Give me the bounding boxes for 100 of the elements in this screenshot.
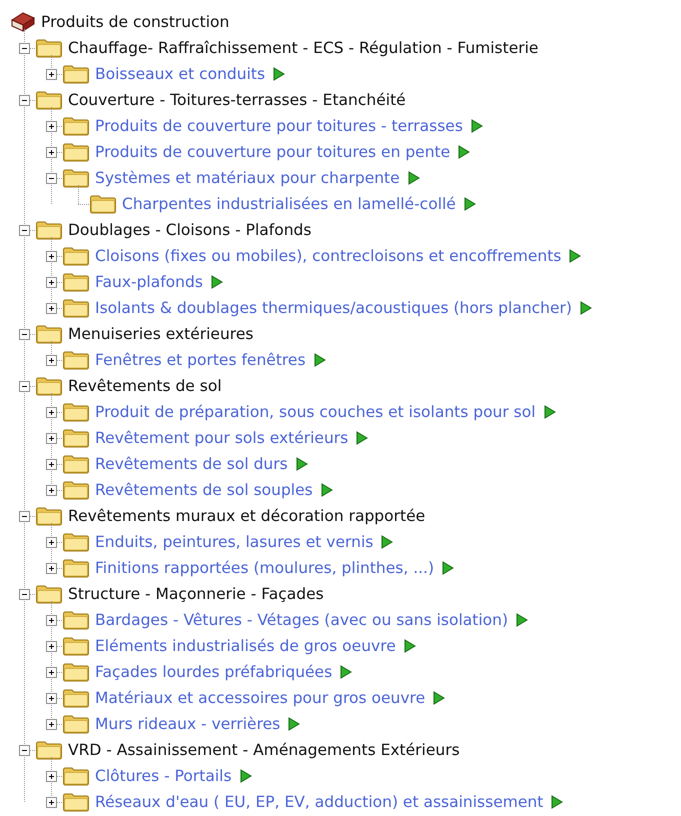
tree-label: Couverture - Toitures-terrasses - Etanchéité	[68, 91, 406, 109]
collapse-toggle[interactable]	[18, 224, 30, 236]
play-arrow-icon[interactable]	[356, 431, 368, 445]
collapse-toggle[interactable]	[18, 328, 30, 340]
play-arrow-icon[interactable]	[381, 535, 394, 549]
tree-link[interactable]: Clôtures - Portails	[95, 767, 232, 785]
collapse-toggle[interactable]	[18, 380, 30, 392]
folder-icon	[35, 220, 63, 240]
tree-link[interactable]: Revêtements de sol durs	[95, 455, 288, 473]
expand-toggle[interactable]	[46, 692, 56, 704]
expand-toggle[interactable]	[46, 68, 56, 80]
book-icon	[10, 11, 36, 33]
folder-icon	[62, 662, 90, 682]
play-arrow-icon[interactable]	[340, 665, 352, 679]
play-arrow-icon[interactable]	[516, 613, 528, 627]
tree-label: VRD - Assainissement - Aménagements Extérieurs	[68, 741, 460, 759]
play-arrow-icon[interactable]	[273, 67, 286, 81]
folder-icon	[35, 38, 63, 58]
play-arrow-icon[interactable]	[314, 353, 326, 367]
expand-toggle[interactable]	[46, 718, 56, 730]
folder-icon	[35, 740, 63, 760]
folder-icon	[62, 168, 90, 188]
tree-link[interactable]: Façades lourdes préfabriquées	[95, 663, 332, 681]
play-arrow-icon[interactable]	[210, 275, 223, 289]
expand-toggle[interactable]	[46, 614, 56, 626]
folder-icon	[62, 558, 90, 578]
expand-toggle[interactable]	[46, 536, 56, 548]
tree-link[interactable]: Fenêtres et portes fenêtres	[95, 351, 306, 369]
folder-icon	[35, 506, 63, 526]
tree-link[interactable]: Systèmes et matériaux pour charpente	[95, 169, 400, 187]
tree-link[interactable]: Revêtements de sol souples	[95, 481, 313, 499]
collapse-toggle[interactable]	[18, 588, 30, 600]
play-arrow-icon[interactable]	[551, 795, 564, 809]
expand-toggle[interactable]	[46, 120, 56, 132]
tree-link[interactable]: Produits de couverture pour toitures en pente	[95, 143, 450, 161]
tree-link[interactable]: Boisseaux et conduits	[95, 65, 266, 83]
expand-toggle[interactable]	[46, 562, 56, 574]
expand-toggle[interactable]	[46, 640, 56, 652]
expand-toggle[interactable]	[46, 302, 56, 314]
play-arrow-icon[interactable]	[442, 561, 454, 575]
tree-link[interactable]: Eléments industrialisés de gros oeuvre	[95, 637, 396, 655]
tree-label: Produits de construction	[41, 13, 230, 31]
play-arrow-icon[interactable]	[569, 249, 582, 263]
collapse-toggle[interactable]	[18, 94, 30, 106]
play-arrow-icon[interactable]	[240, 769, 252, 783]
play-arrow-icon[interactable]	[470, 119, 483, 133]
play-arrow-icon[interactable]	[580, 301, 592, 315]
folder-icon	[62, 64, 90, 84]
folder-icon	[62, 766, 90, 786]
tree-label: Revêtements de sol	[68, 377, 222, 395]
expand-toggle[interactable]	[46, 484, 56, 496]
expand-toggle[interactable]	[46, 796, 56, 808]
folder-icon	[62, 350, 90, 370]
tree-link[interactable]: Faux-plafonds	[95, 273, 203, 291]
expand-toggle[interactable]	[46, 276, 56, 288]
play-arrow-icon[interactable]	[408, 171, 420, 185]
tree-link[interactable]: Murs rideaux - verrières	[95, 715, 280, 733]
play-arrow-icon[interactable]	[404, 639, 416, 653]
tree-label: Menuiseries extérieures	[68, 325, 254, 343]
collapse-toggle[interactable]	[18, 744, 30, 756]
play-arrow-icon[interactable]	[296, 457, 308, 471]
folder-icon	[62, 454, 90, 474]
collapse-toggle[interactable]	[18, 510, 30, 522]
tree-link[interactable]: Produit de préparation, sous couches et isolants pour sol	[95, 403, 536, 421]
expand-toggle[interactable]	[46, 146, 56, 158]
tree-label: Revêtements muraux et décoration rapportée	[68, 507, 426, 525]
expand-toggle[interactable]	[46, 458, 56, 470]
play-arrow-icon[interactable]	[458, 145, 470, 159]
tree-link[interactable]: Matériaux et accessoires pour gros oeuvre	[95, 689, 426, 707]
tree-link[interactable]: Bardages - Vêtures - Vétages (avec ou sans isolation)	[95, 611, 508, 629]
play-arrow-icon[interactable]	[320, 483, 333, 497]
expand-toggle[interactable]	[46, 770, 56, 782]
folder-icon	[62, 428, 90, 448]
play-arrow-icon[interactable]	[433, 691, 446, 705]
collapse-toggle[interactable]	[18, 42, 30, 54]
tree-label: Structure - Maçonnerie - Façades	[68, 585, 324, 603]
tree-link[interactable]: Revêtement pour sols extérieurs	[95, 429, 348, 447]
tree-label: Doublages - Cloisons - Plafonds	[68, 221, 312, 239]
folder-icon	[62, 298, 90, 318]
play-arrow-icon[interactable]	[544, 405, 556, 419]
expand-toggle[interactable]	[46, 666, 56, 678]
collapse-toggle[interactable]	[46, 172, 56, 184]
expand-toggle[interactable]	[46, 432, 56, 444]
expand-toggle[interactable]	[46, 250, 56, 262]
expand-toggle[interactable]	[46, 406, 56, 418]
folder-icon	[62, 246, 90, 266]
tree-link[interactable]: Finitions rapportées (moulures, plinthes, ...)	[95, 559, 434, 577]
play-arrow-icon[interactable]	[288, 717, 300, 731]
tree-link[interactable]: Produits de couverture pour toitures - terrasses	[95, 117, 463, 135]
tree-link[interactable]: Charpentes industrialisées en lamellé-collé	[122, 195, 456, 213]
folder-icon	[62, 272, 90, 292]
play-arrow-icon[interactable]	[464, 197, 476, 211]
folder-icon	[62, 142, 90, 162]
expand-toggle[interactable]	[46, 354, 56, 366]
tree-link[interactable]: Réseaux d'eau ( EU, EP, EV, adduction) et assainissement	[95, 793, 544, 811]
tree-link[interactable]: Cloisons (fixes ou mobiles), contrecloisons et encoffrements	[95, 247, 562, 265]
tree-link[interactable]: Isolants & doublages thermiques/acoustiques (hors plancher)	[95, 299, 572, 317]
folder-icon	[89, 194, 117, 214]
folder-icon	[62, 714, 90, 734]
tree-link[interactable]: Enduits, peintures, lasures et vernis	[95, 533, 374, 551]
